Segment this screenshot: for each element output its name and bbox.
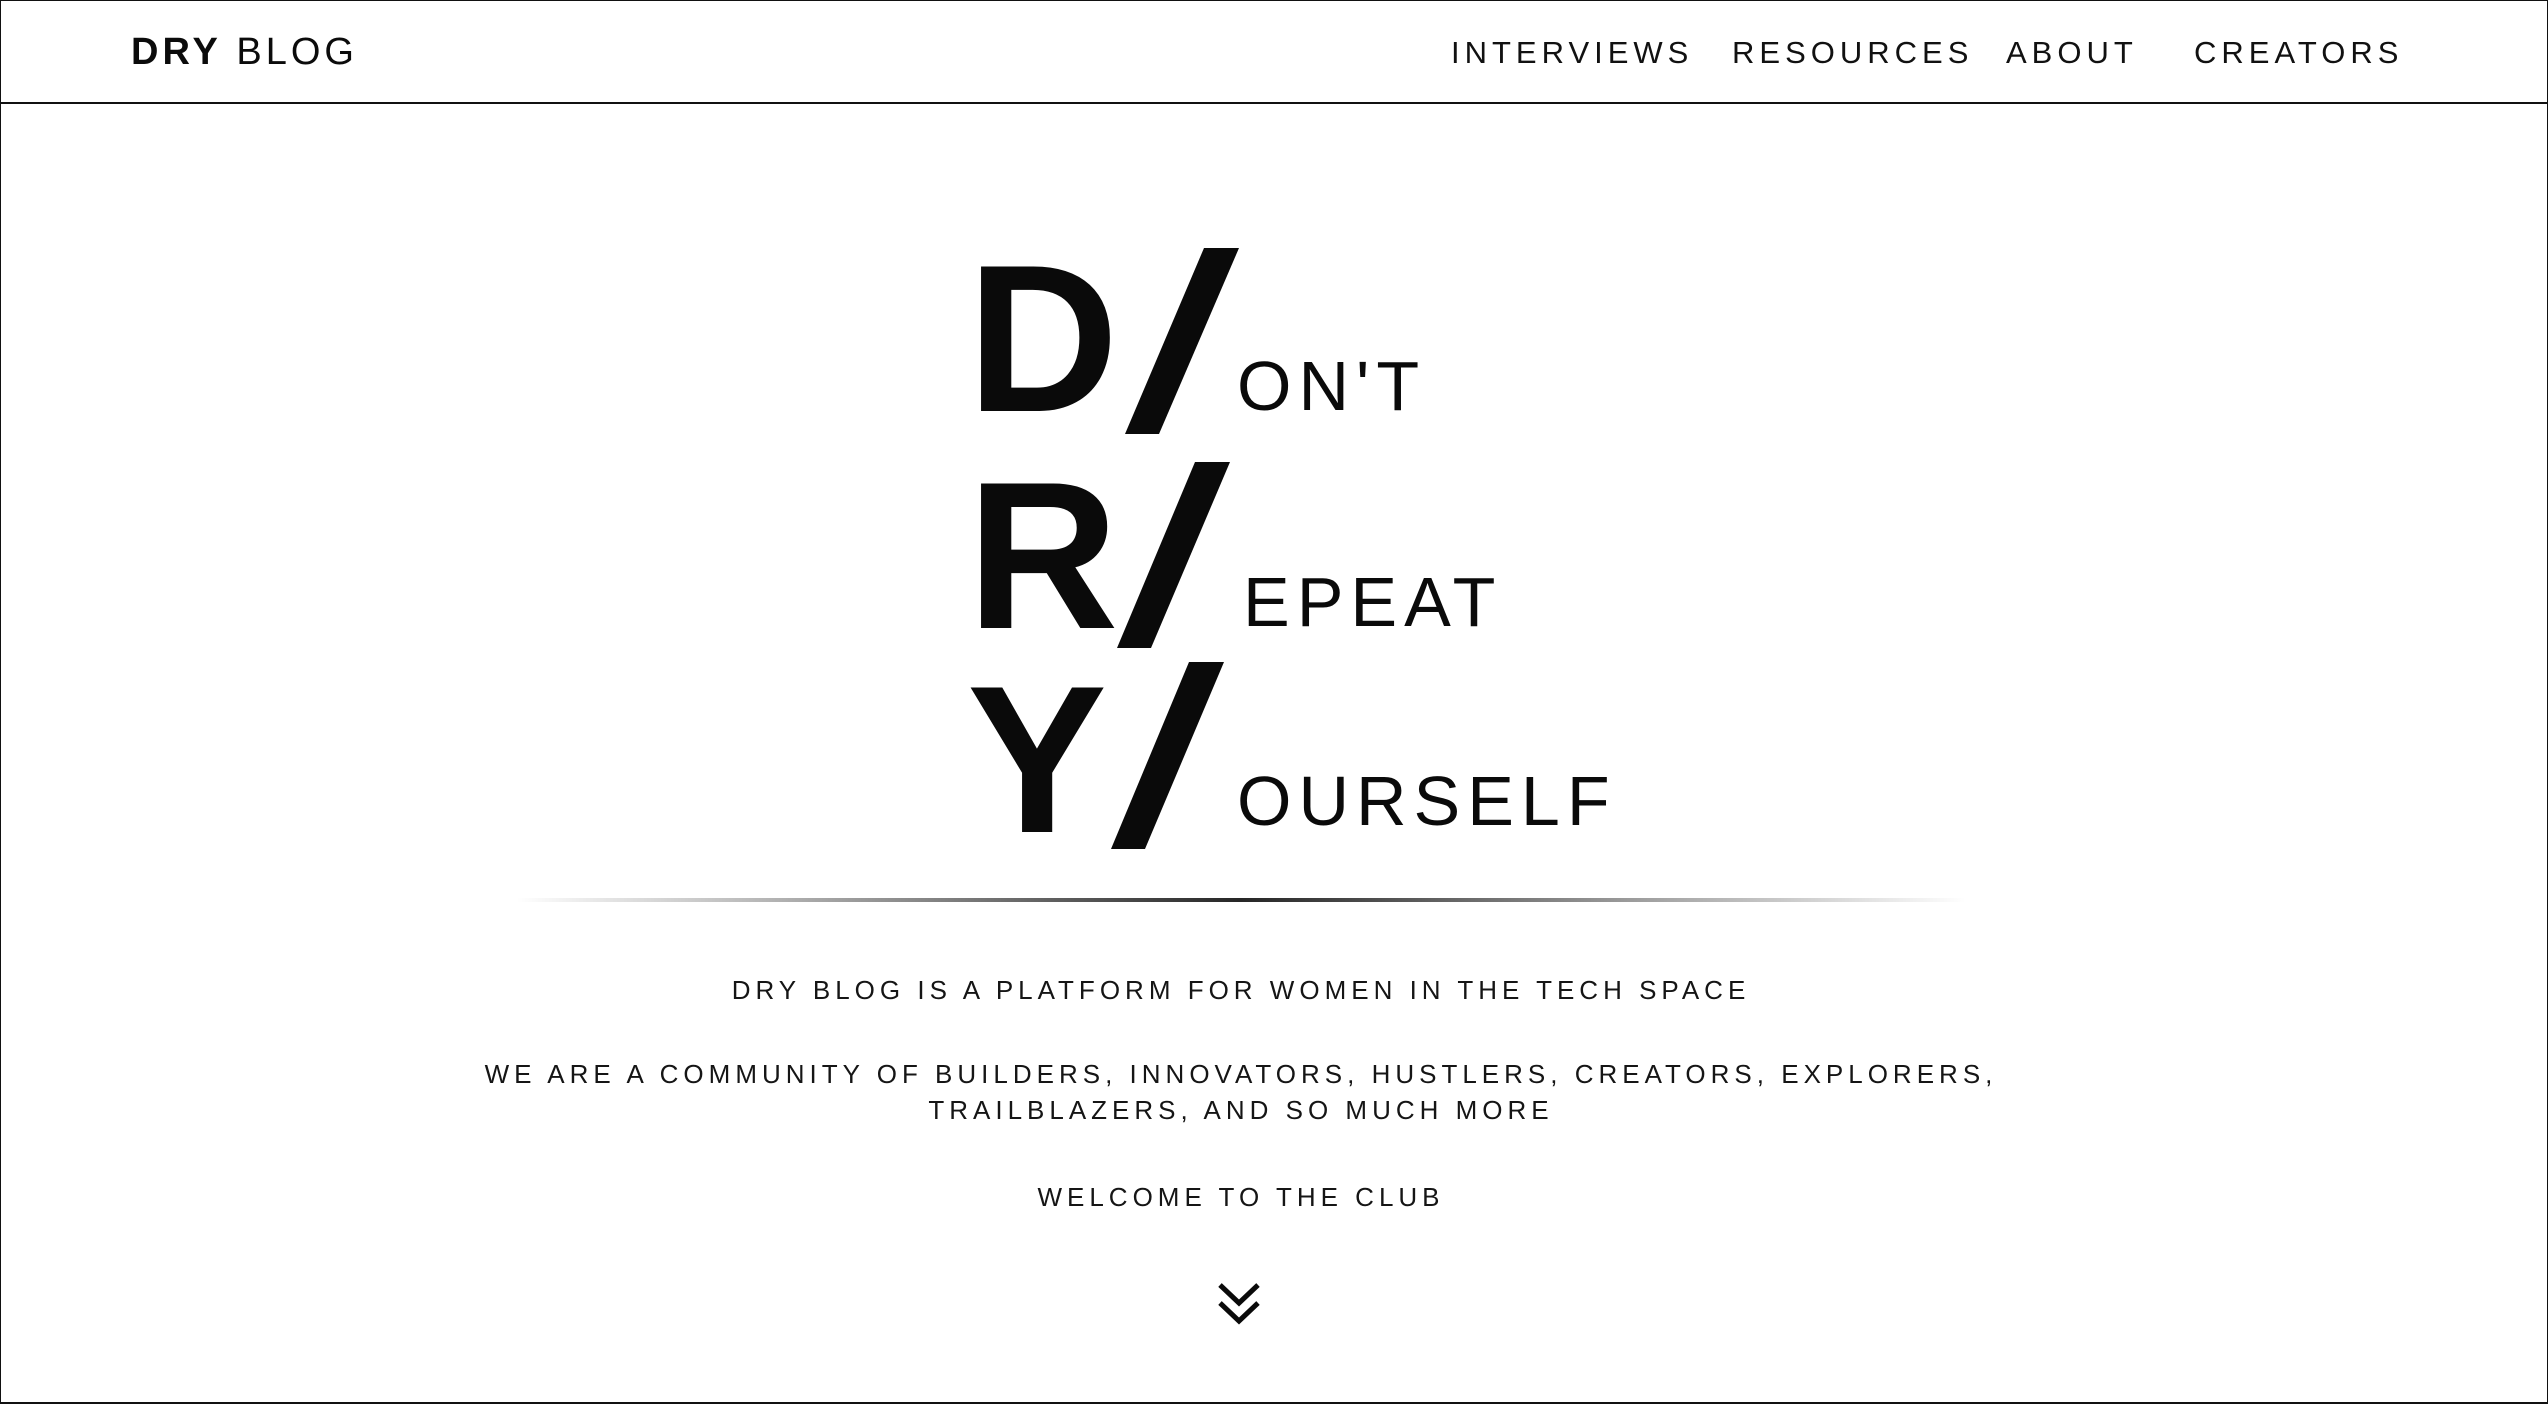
double-chevron-down-icon[interactable] (1214, 1279, 1264, 1329)
tagline-text: DRY BLOG IS A PLATFORM FOR WOMEN IN THE … (731, 975, 1751, 1005)
hero-divider (516, 898, 1966, 902)
hero-word-yourself: OURSELF (1237, 762, 1617, 840)
community-text-line1: WE ARE A COMMUNITY OF BUILDERS, INNOVATO… (484, 1059, 1998, 1089)
hero-letter-r: R (967, 438, 1119, 673)
hero-letter-y: Y (967, 642, 1108, 877)
slash-mark-d (1125, 248, 1239, 434)
page: DRY BLOG INTERVIEWS RESOURCES ABOUT CREA… (0, 0, 2548, 1404)
welcome-text: WELCOME TO THE CLUB (1037, 1182, 1445, 1212)
hero-word-dont: ON'T (1237, 347, 1427, 425)
slash-mark-r (1117, 462, 1230, 648)
slash-mark-y (1111, 662, 1224, 849)
hero-word-repeat: EPEAT (1243, 563, 1503, 641)
community-text-line2: TRAILBLAZERS, AND SO MUCH MORE (928, 1095, 1554, 1125)
hero-letter-d: D (967, 221, 1119, 456)
